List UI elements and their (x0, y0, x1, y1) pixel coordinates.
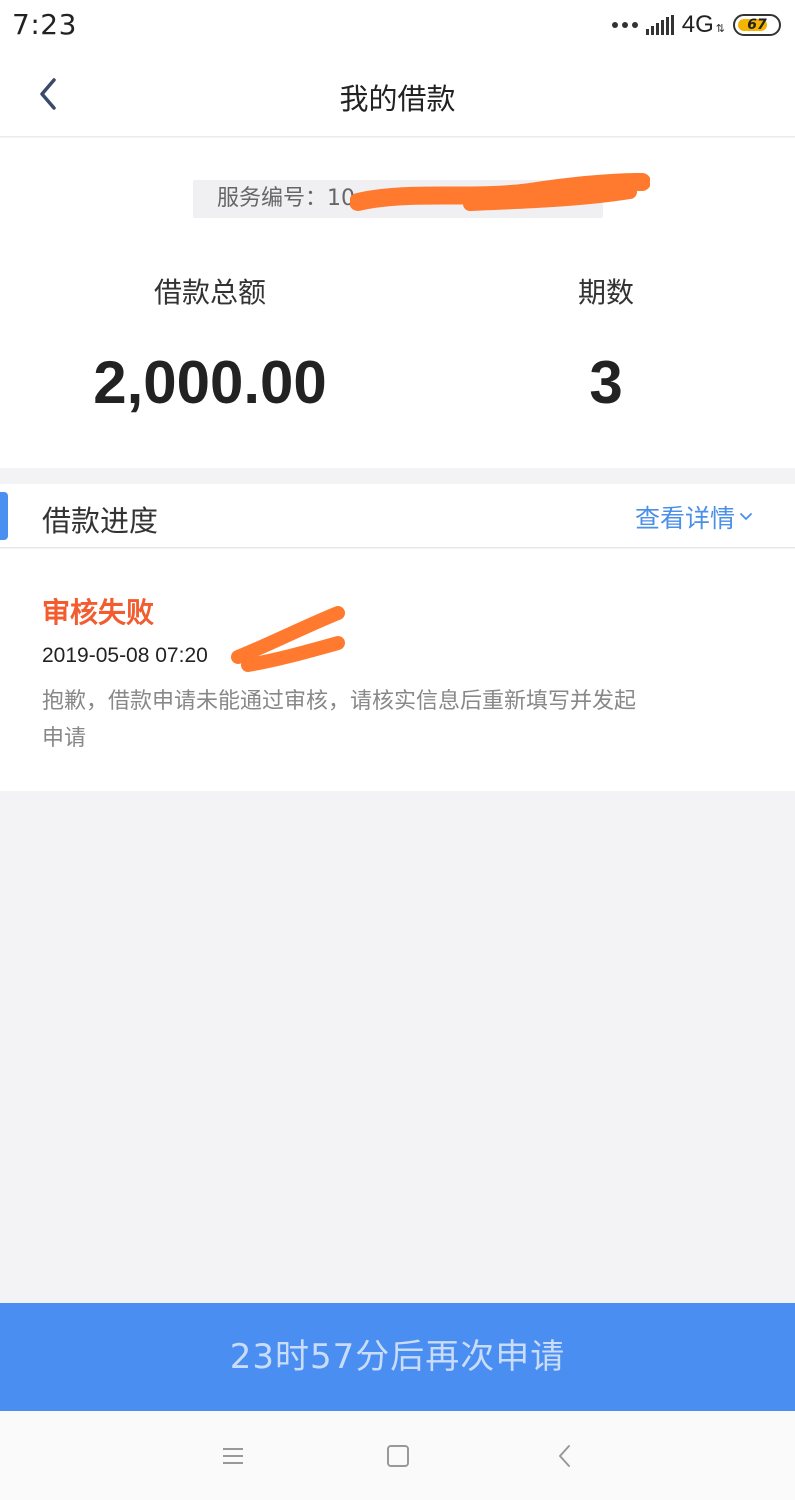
loan-summary: 服务编号：10 借款总额 2,000.00 期数 3 (0, 138, 795, 468)
chevron-down-icon (740, 513, 752, 520)
total-amount-value: 2,000.00 (93, 349, 327, 416)
network-type: 4G (681, 11, 714, 38)
redaction-mark (350, 173, 650, 211)
menu-icon[interactable] (218, 1441, 248, 1471)
view-details-label: 查看详情 (634, 504, 735, 533)
status-timestamp: 2019-05-08 07:20 (42, 644, 208, 667)
status-icons: 4G ⇅ 67 (611, 10, 781, 40)
view-details-link[interactable]: 查看详情 (635, 499, 753, 535)
data-arrows-icon: ⇅ (715, 21, 725, 35)
progress-title: 借款进度 (42, 504, 159, 538)
status-time: 7:23 (12, 8, 77, 41)
back-nav-icon[interactable] (550, 1441, 580, 1471)
home-icon[interactable] (383, 1441, 413, 1471)
nav-bar: 我的借款 (0, 52, 795, 137)
battery-level: 67 (747, 17, 767, 33)
section-accent-bar (0, 492, 8, 540)
periods-label: 期数 (577, 276, 634, 309)
status-description: 抱歉，借款申请未能通过审核，请核实信息后重新填写并发起申请 (42, 689, 637, 751)
reapply-button[interactable]: 23时57分后再次申请 (0, 1303, 795, 1411)
total-amount-label: 借款总额 (153, 276, 266, 309)
signal-icon (645, 15, 674, 35)
redaction-mark (231, 606, 345, 672)
more-dots-icon (611, 22, 638, 28)
periods-value: 3 (589, 349, 623, 416)
progress-header: 借款进度 查看详情 (0, 484, 795, 548)
status-bar: 7:23 4G ⇅ 67 (0, 0, 795, 52)
battery-icon: 67 (733, 14, 781, 36)
progress-body: 审核失败 2019-05-08 07:20 抱歉，借款申请未能通过审核，请核实信… (0, 549, 795, 791)
review-status: 审核失败 (42, 596, 155, 629)
system-nav-bar (0, 1411, 795, 1500)
page-title: 我的借款 (339, 82, 456, 116)
